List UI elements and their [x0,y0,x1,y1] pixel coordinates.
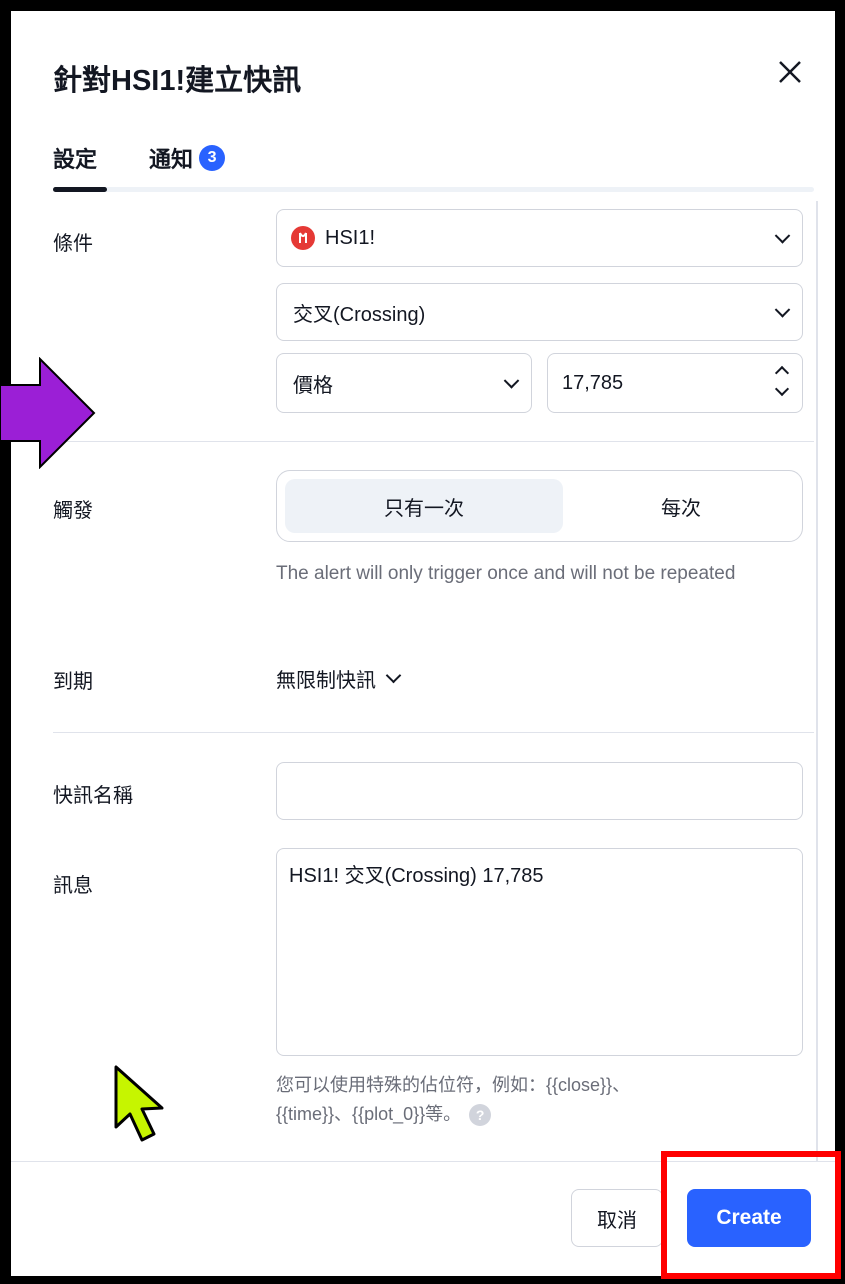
screen-frame-top [0,0,845,11]
trigger-every-option[interactable]: 每次 [567,479,795,533]
close-icon [779,61,801,83]
source-select[interactable]: 價格 [276,353,532,413]
message-textarea[interactable]: HSI1! 交叉(Crossing) 17,785 [276,848,803,1056]
create-button-highlight [661,1151,841,1279]
chevron-down-icon [774,302,791,318]
section-divider [53,732,814,733]
message-helper-line1: 您可以使用特殊的佔位符，例如：{{close}}、 [276,1075,631,1095]
annotation-arrow-icon [0,357,96,469]
trigger-once-option[interactable]: 只有一次 [285,479,563,533]
alert-name-label: 快訊名稱 [53,785,133,807]
trigger-segmented-control: 只有一次 每次 [276,470,803,542]
number-stepper[interactable] [774,362,790,402]
source-value: 價格 [293,374,333,397]
expiration-select[interactable]: 無限制快訊 [276,664,402,693]
operator-select[interactable]: 交叉(Crossing) [276,283,803,341]
mouse-cursor-icon [114,1065,164,1142]
tab-active-indicator [53,187,107,192]
dialog-title: 針對HSI1!建立快訊 [53,65,302,97]
screen-frame-right [835,0,845,1284]
close-button[interactable] [773,55,807,89]
cancel-button[interactable]: 取消 [571,1189,663,1247]
condition-label: 條件 [53,233,93,255]
alert-name-input[interactable] [276,762,803,820]
message-label: 訊息 [53,875,93,897]
expiration-value: 無限制快訊 [276,670,376,692]
dialog-scrollbar[interactable] [816,201,818,1161]
message-helper-line2-wrap: {{time}}、{{plot_0}}等。? [276,1100,796,1129]
tab-notifications[interactable]: 通知 3 [149,142,226,174]
chevron-down-icon [774,228,791,244]
tab-settings[interactable]: 設定 [53,142,97,174]
tab-notifications-label: 通知 [149,147,194,172]
operator-value: 交叉(Crossing) [293,303,426,326]
section-divider [53,441,814,442]
help-icon[interactable]: ? [469,1104,492,1127]
chevron-down-icon [385,667,402,684]
hsi-symbol-icon [291,226,315,250]
symbol-value: HSI1! [325,226,376,249]
stepper-up-icon[interactable] [774,365,790,381]
notifications-count-badge: 3 [199,145,226,171]
trigger-label: 觸發 [53,500,93,522]
stepper-down-icon[interactable] [774,381,790,397]
value-input[interactable]: 17,785 [547,353,803,413]
trigger-helper-text: The alert will only trigger once and wil… [276,563,736,584]
value-text: 17,785 [562,371,624,394]
symbol-select[interactable]: HSI1! [276,209,803,267]
message-helper-text: 您可以使用特殊的佔位符，例如：{{close}}、 {{time}}、{{plo… [276,1071,796,1129]
message-helper-line2: {{time}}、{{plot_0}}等。 [276,1104,462,1124]
screen-frame-left [0,0,11,1284]
expiration-label: 到期 [53,671,93,693]
chevron-down-icon [503,373,520,389]
tab-track [53,187,814,192]
